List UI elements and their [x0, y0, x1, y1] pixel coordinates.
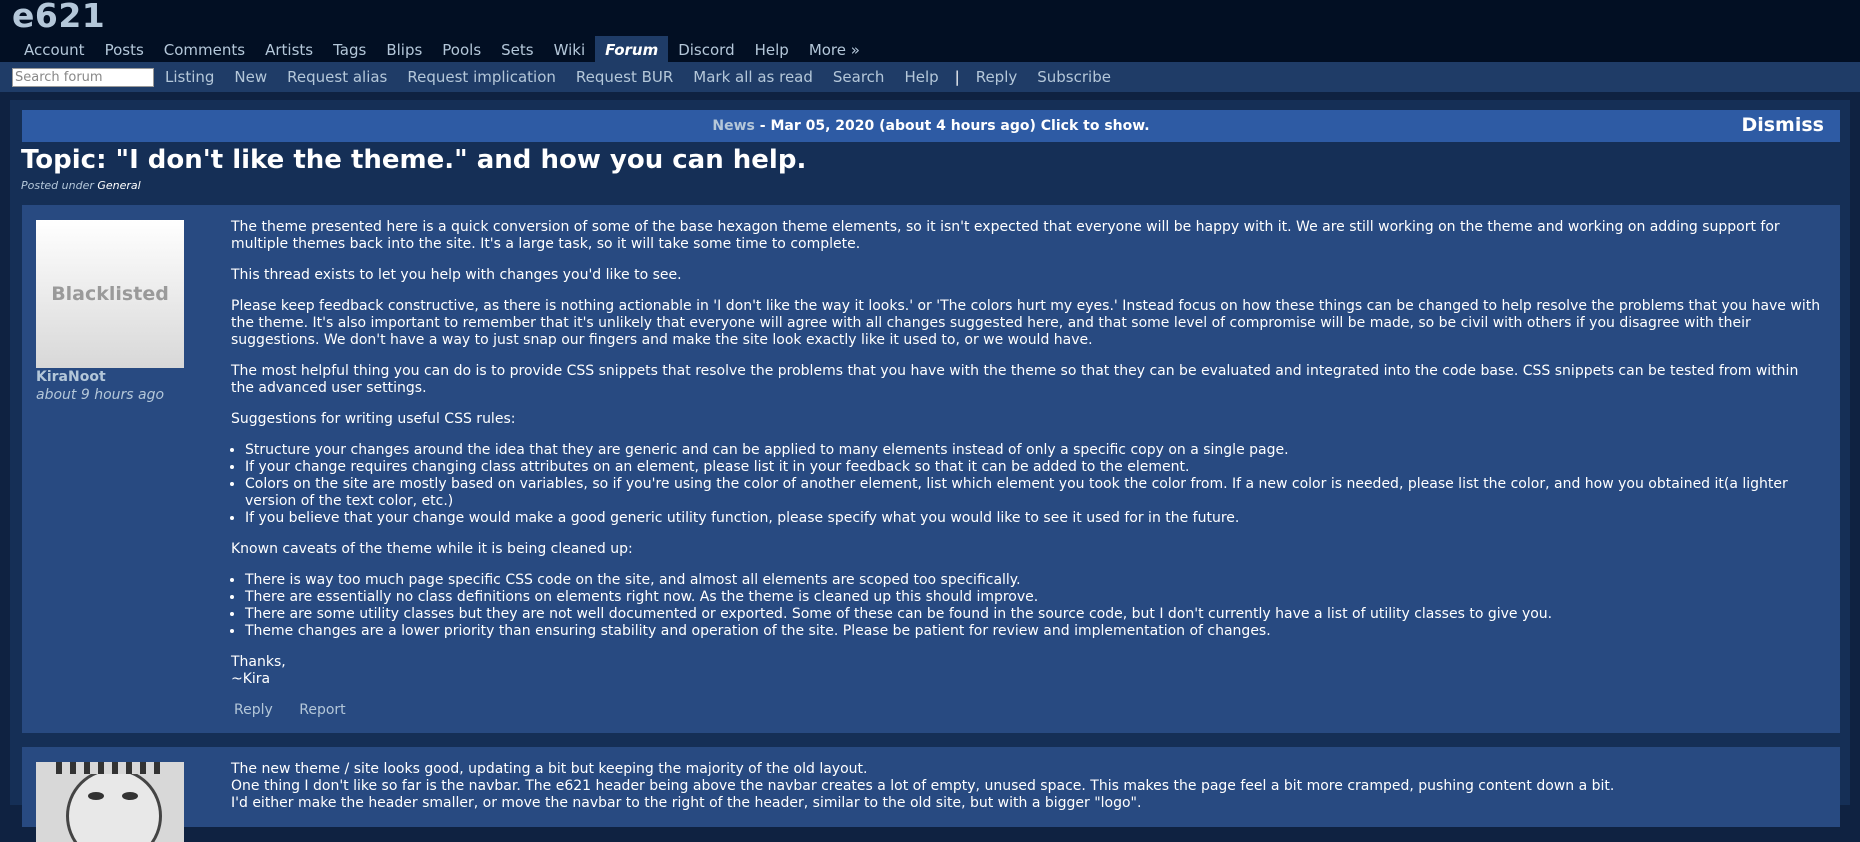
avatar-spikes-icon — [56, 762, 166, 774]
post-line: One thing I don't like so far is the nav… — [231, 778, 1615, 794]
subnav-subscribe[interactable]: Subscribe — [1027, 68, 1121, 86]
nav-account[interactable]: Account — [14, 36, 95, 62]
nav-blips[interactable]: Blips — [376, 36, 432, 62]
dismiss-button[interactable]: Dismiss — [1741, 114, 1824, 136]
list-item: Theme changes are a lower priority than … — [245, 623, 1823, 640]
topic-title: Topic: "I don't like the theme." and how… — [21, 145, 807, 175]
post-paragraph: This thread exists to let you help with … — [231, 267, 682, 283]
posted-under: Posted under General — [21, 179, 141, 192]
post-signature: ~Kira — [231, 671, 271, 687]
post-body: The theme presented here is a quick conv… — [231, 219, 1823, 688]
post-paragraph: Known caveats of the theme while it is b… — [231, 541, 633, 557]
forum-subnav: Listing New Request alias Request implic… — [0, 62, 1860, 92]
subnav-request-alias[interactable]: Request alias — [277, 68, 397, 86]
forum-post: The new theme / site looks good, updatin… — [22, 747, 1840, 842]
list-item: If you believe that your change would ma… — [245, 510, 1823, 527]
post-line: The new theme / site looks good, updatin… — [231, 761, 868, 777]
subnav-help[interactable]: Help — [894, 68, 948, 86]
list-item: Colors on the site are mostly based on v… — [245, 476, 1823, 510]
posted-under-prefix: Posted under — [21, 179, 98, 192]
nav-sets[interactable]: Sets — [491, 36, 543, 62]
list-item: There is way too much page specific CSS … — [245, 572, 1823, 589]
site-header: e621 Account Posts Comments Artists Tags… — [0, 0, 1860, 62]
nav-forum[interactable]: Forum — [595, 36, 669, 62]
list-item: There are essentially no class definitio… — [245, 589, 1823, 606]
post-paragraph: The theme presented here is a quick conv… — [231, 219, 1780, 252]
avatar-blacklisted-label: Blacklisted — [51, 283, 169, 305]
list-item: Structure your changes around the idea t… — [245, 442, 1823, 459]
post-paragraph: Please keep feedback constructive, as th… — [231, 298, 1821, 348]
post-author[interactable]: KiraNoot — [36, 369, 106, 385]
avatar-eye-icon — [88, 792, 104, 800]
subnav-listing[interactable]: Listing — [155, 68, 224, 86]
news-banner[interactable]: News - Mar 05, 2020 (about 4 hours ago) … — [22, 110, 1840, 142]
site-logo[interactable]: e621 — [12, 0, 105, 35]
nav-more[interactable]: More » — [799, 36, 870, 62]
main-nav: Account Posts Comments Artists Tags Blip… — [14, 36, 870, 62]
subnav-reply[interactable]: Reply — [966, 68, 1028, 86]
nav-comments[interactable]: Comments — [154, 36, 255, 62]
forum-post: Blacklisted KiraNoot about 9 hours ago T… — [22, 205, 1840, 733]
news-label: News — [712, 118, 755, 134]
caveats-list: There is way too much page specific CSS … — [231, 572, 1823, 640]
subnav-new[interactable]: New — [224, 68, 277, 86]
category-link[interactable]: General — [97, 179, 140, 192]
post-actions: Reply Report — [234, 702, 368, 718]
nav-help[interactable]: Help — [745, 36, 799, 62]
list-item: There are some utility classes but they … — [245, 606, 1823, 623]
post-paragraph: The most helpful thing you can do is to … — [231, 363, 1799, 396]
post-body: The new theme / site looks good, updatin… — [231, 761, 1823, 812]
search-forum-input[interactable] — [12, 68, 154, 87]
nav-tags[interactable]: Tags — [323, 36, 376, 62]
subnav-links: Listing New Request alias Request implic… — [155, 68, 1121, 86]
post-time[interactable]: about 9 hours ago — [36, 387, 164, 403]
post-line: I'd either make the header smaller, or m… — [231, 795, 1142, 811]
post-reply-link[interactable]: Reply — [234, 702, 273, 718]
list-item: If your change requires changing class a… — [245, 459, 1823, 476]
news-text: - Mar 05, 2020 (about 4 hours ago) Click… — [754, 118, 1150, 134]
avatar-eye-icon — [122, 792, 138, 800]
subnav-request-implication[interactable]: Request implication — [397, 68, 566, 86]
subnav-mark-all-read[interactable]: Mark all as read — [683, 68, 823, 86]
nav-pools[interactable]: Pools — [432, 36, 491, 62]
nav-discord[interactable]: Discord — [668, 36, 744, 62]
nav-artists[interactable]: Artists — [255, 36, 323, 62]
avatar-face-icon — [66, 768, 162, 842]
nav-wiki[interactable]: Wiki — [544, 36, 596, 62]
post-thanks: Thanks, — [231, 654, 286, 670]
post-report-link[interactable]: Report — [299, 702, 345, 718]
suggestions-list: Structure your changes around the idea t… — [231, 442, 1823, 527]
subnav-search[interactable]: Search — [823, 68, 895, 86]
subnav-request-bur[interactable]: Request BUR — [566, 68, 683, 86]
subnav-separator: | — [954, 68, 960, 86]
post-paragraph: Suggestions for writing useful CSS rules… — [231, 411, 516, 427]
avatar[interactable]: Blacklisted — [36, 220, 184, 368]
avatar[interactable] — [36, 762, 184, 842]
nav-posts[interactable]: Posts — [95, 36, 154, 62]
